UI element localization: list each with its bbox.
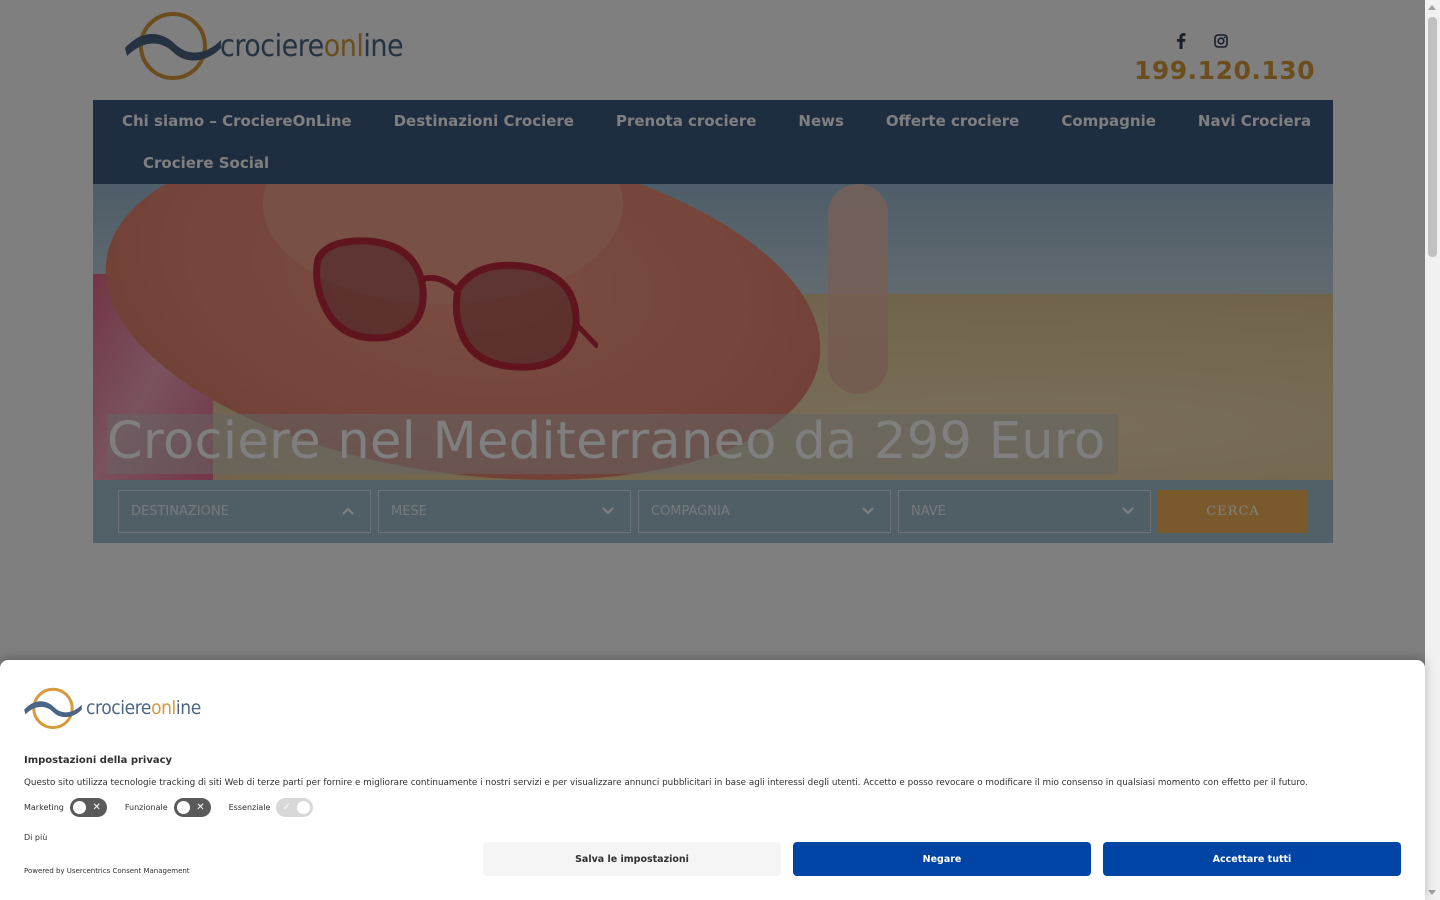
functional-toggle[interactable]: ✕ xyxy=(173,798,211,817)
marketing-toggle[interactable]: ✕ xyxy=(69,798,107,817)
save-settings-button[interactable]: Salva le impostazioni xyxy=(483,842,781,876)
toggle-label-funzionale: Funzionale xyxy=(124,803,168,812)
toggle-label-marketing: Marketing xyxy=(24,803,64,812)
logo-swoosh-icon xyxy=(24,687,82,730)
toggle-label-essenziale: Essenziale xyxy=(228,803,271,812)
consent-title: Impostazioni della privacy xyxy=(24,755,173,766)
scroll-thumb[interactable] xyxy=(1428,17,1437,257)
toggle-knob xyxy=(297,801,311,814)
toggle-knob xyxy=(72,801,86,814)
consent-description: Questo sito utilizza tecnologie tracking… xyxy=(24,778,1308,788)
deny-button[interactable]: Negare xyxy=(793,842,1091,876)
accept-all-button[interactable]: Accettare tutti xyxy=(1103,842,1401,876)
scroll-up-icon[interactable] xyxy=(1428,5,1436,10)
close-icon: ✕ xyxy=(196,802,205,813)
essential-toggle: ✓ xyxy=(276,798,314,817)
close-icon: ✕ xyxy=(92,802,101,813)
privacy-consent-banner: crociereonline Impostazioni della privac… xyxy=(0,660,1425,900)
consent-logo: crociereonline xyxy=(23,685,203,733)
consent-logo-text: crociereonline xyxy=(86,697,201,719)
toggle-knob xyxy=(176,801,190,814)
page-scrollbar[interactable] xyxy=(1425,0,1440,900)
consent-toggles: Marketing ✕ Funzionale ✕ Essenziale ✓ xyxy=(24,798,331,817)
check-icon: ✓ xyxy=(282,802,291,813)
more-info-link[interactable]: Di più xyxy=(24,833,47,842)
powered-by-link[interactable]: Powered by Usercentrics Consent Manageme… xyxy=(24,867,190,875)
scroll-down-icon[interactable] xyxy=(1428,890,1436,895)
